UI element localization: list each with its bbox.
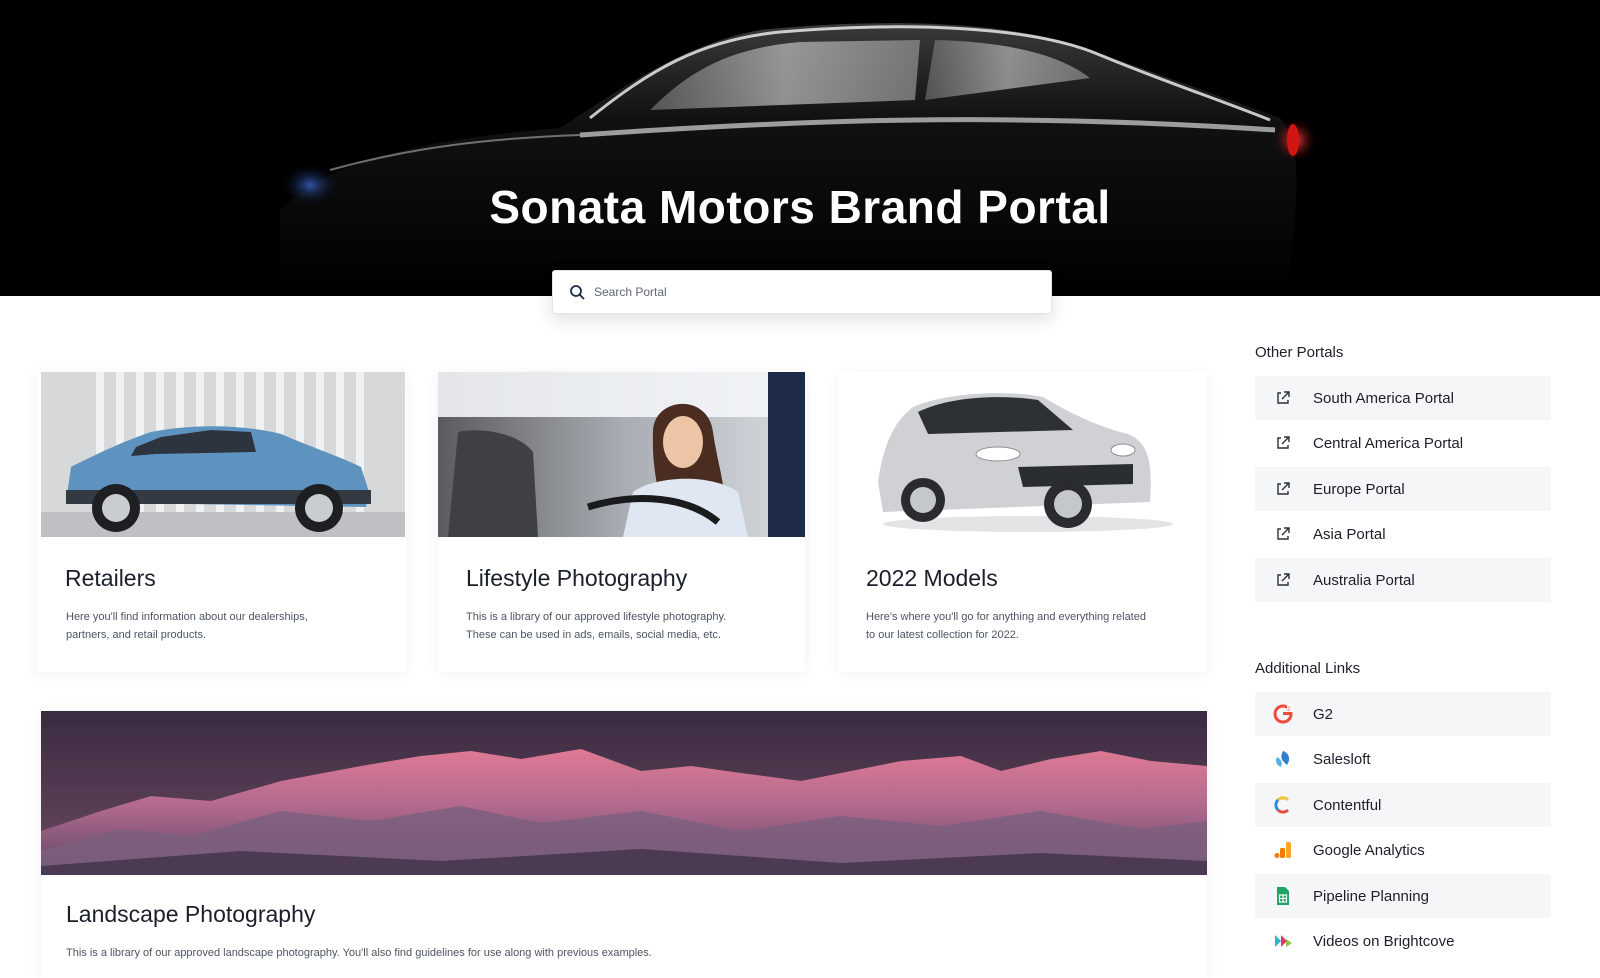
portal-link-south-america[interactable]: South America Portal (1255, 376, 1551, 420)
blue-suv-photo (41, 372, 405, 537)
additional-link-pipeline-planning[interactable]: Pipeline Planning (1255, 874, 1551, 918)
portal-link-central-america[interactable]: Central America Portal (1255, 421, 1551, 465)
additional-link-g2[interactable]: 2 G2 (1255, 692, 1551, 736)
card-description: This is a library of our approved lifest… (466, 608, 726, 644)
portal-link-australia[interactable]: Australia Portal (1255, 558, 1551, 602)
additional-link-contentful[interactable]: Contentful (1255, 783, 1551, 827)
google-analytics-logo-icon (1273, 840, 1293, 860)
card-description-line: These can be used in ads, emails, social… (466, 629, 721, 641)
portal-link-asia[interactable]: Asia Portal (1255, 512, 1551, 556)
card-description-line: This is a library of our approved lifest… (466, 611, 727, 623)
card-description: This is a library of our approved landsc… (66, 944, 652, 962)
external-link-icon (1273, 524, 1293, 544)
g2-logo-icon: 2 (1273, 704, 1293, 724)
mountain-range-photo (41, 711, 1207, 875)
additional-link-brightcove[interactable]: Videos on Brightcove (1255, 919, 1551, 963)
additional-link-label: Salesloft (1313, 750, 1371, 768)
card-landscape-photography[interactable]: Landscape Photography This is a library … (41, 711, 1207, 978)
additional-link-label: Google Analytics (1313, 841, 1425, 859)
additional-link-label: Contentful (1313, 796, 1382, 814)
card-description-line: partners, and retail products. (66, 629, 207, 641)
woman-driving-photo (438, 372, 805, 537)
search-bar[interactable] (552, 270, 1052, 314)
search-icon (570, 285, 585, 300)
card-retailers[interactable]: Retailers Here you'll find information a… (37, 372, 406, 672)
external-link-icon (1273, 388, 1293, 408)
additional-link-salesloft[interactable]: Salesloft (1255, 737, 1551, 781)
card-title: 2022 Models (866, 565, 998, 591)
card-title: Retailers (65, 565, 156, 591)
page-title: Sonata Motors Brand Portal (489, 181, 1111, 233)
card-description-line: to our latest collection for 2022. (866, 629, 1019, 641)
salesloft-logo-icon (1273, 749, 1293, 769)
portal-link-label: Asia Portal (1313, 525, 1386, 543)
additional-links-heading: Additional Links (1255, 660, 1361, 677)
card-title: Landscape Photography (66, 901, 316, 927)
external-link-icon (1273, 479, 1293, 499)
portal-link-europe[interactable]: Europe Portal (1255, 467, 1551, 511)
additional-link-label: Pipeline Planning (1313, 887, 1429, 905)
additional-link-label: Videos on Brightcove (1313, 932, 1455, 950)
card-description: Here you'll find information about our d… (66, 608, 308, 644)
card-description-line: This is a library of our approved landsc… (66, 947, 652, 959)
car-silhouette-image (280, 23, 1317, 296)
brightcove-logo-icon (1273, 931, 1293, 951)
card-2022-models[interactable]: 2022 Models Here's where you'll go for a… (838, 372, 1207, 672)
contentful-logo-icon (1273, 795, 1293, 815)
other-portals-heading: Other Portals (1255, 344, 1344, 361)
portal-link-label: Europe Portal (1313, 480, 1405, 498)
portal-link-label: Australia Portal (1313, 571, 1415, 589)
external-link-icon (1273, 433, 1293, 453)
portal-link-label: Central America Portal (1313, 434, 1464, 452)
additional-link-google-analytics[interactable]: Google Analytics (1255, 828, 1551, 872)
card-description: Here's where you'll go for anything and … (866, 608, 1146, 644)
external-link-icon (1273, 570, 1293, 590)
card-title: Lifestyle Photography (466, 565, 688, 591)
additional-link-label: G2 (1313, 705, 1334, 723)
card-lifestyle-photography[interactable]: Lifestyle Photography This is a library … (438, 372, 805, 672)
portal-link-label: South America Portal (1313, 389, 1454, 407)
card-description-line: Here you'll find information about our d… (66, 611, 308, 623)
search-input[interactable] (594, 285, 1051, 299)
silver-hatchback-photo (838, 372, 1207, 537)
google-sheets-icon (1273, 886, 1293, 906)
card-description-line: Here's where you'll go for anything and … (866, 611, 1146, 623)
hero-banner: Sonata Motors Brand Portal (0, 0, 1600, 296)
